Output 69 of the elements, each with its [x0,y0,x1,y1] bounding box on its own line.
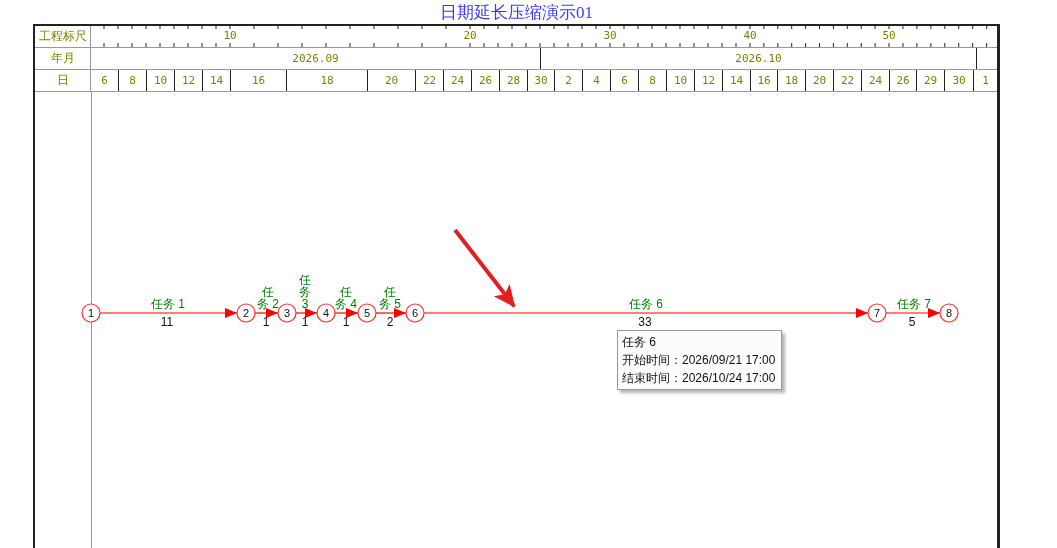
event-node[interactable]: 8 [939,303,959,323]
duration-label: 11 [159,316,175,328]
day-cell: 6 [91,70,119,91]
day-cell: 16 [751,70,778,91]
day-cell: 28 [500,70,528,91]
day-label: 日 [56,72,69,89]
day-cell: 6 [611,70,639,91]
month-label: 年月 [50,50,75,67]
ruler-number: 30 [603,29,617,42]
ruler-number: 10 [223,29,237,42]
event-node[interactable]: 2 [236,303,256,323]
day-cell: 14 [203,70,231,91]
task-arrow [885,308,941,318]
tooltip-title: 任务 6 [622,334,657,351]
day-cell: 10 [147,70,175,91]
event-node[interactable]: 7 [867,303,887,323]
day-cell: 20 [806,70,834,91]
task-label: 任务 3 [299,274,311,310]
task-arrow [375,308,407,318]
day-cell: 18 [287,70,368,91]
day-cell: 2 [555,70,583,91]
ruler-number: 50 [882,29,896,42]
duration-label: 1 [261,316,271,328]
day-cell: 22 [834,70,862,91]
day-cell: 12 [175,70,203,91]
task-label: 任务 4 [334,286,358,310]
day-cell: 16 [231,70,287,91]
duration-label: 1 [341,316,351,328]
day-cell: 8 [639,70,667,91]
duration-label: 2 [385,316,395,328]
day-cell-text: 1 [981,73,990,89]
task-label: 任务 2 [256,286,280,310]
day-cell: 24 [444,70,472,91]
day-cell: 18 [778,70,806,91]
event-node[interactable]: 5 [357,303,377,323]
duration-label: 1 [300,316,310,328]
day-cell: 12 [695,70,723,91]
day-cell: 26 [890,70,917,91]
day-cell: 14 [723,70,751,91]
month-cell: 2026.10 [541,48,977,69]
task-label: 任务 5 [378,286,402,310]
event-node[interactable]: 4 [316,303,336,323]
day-cell: 26 [472,70,500,91]
event-node[interactable]: 1 [81,303,101,323]
day-cell: 8 [119,70,147,91]
day-cell: 24 [862,70,890,91]
ruler-number: 40 [743,29,757,42]
task-label: 任务 6 [628,298,664,310]
day-cell: 29 [917,70,945,91]
tooltip-line: 开始时间：2026/09/21 17:00 [622,352,777,369]
event-node[interactable]: 6 [405,303,425,323]
day-cell: 10 [667,70,695,91]
chart-title: 日期延长压缩演示01 [440,1,593,24]
task-arrow [295,308,318,318]
task-arrow [334,308,359,318]
tooltip-line: 结束时间：2026/10/24 17:00 [622,370,777,387]
task-label: 任务 7 [896,298,932,310]
day-cell: 30 [945,70,974,91]
day-cell: 30 [528,70,555,91]
day-cell: 22 [416,70,444,91]
month-cell: 2026.09 [91,48,541,69]
day-cell: 20 [368,70,416,91]
day-cell: 4 [583,70,611,91]
task-label: 任务 1 [150,298,186,310]
duration-label: 33 [637,316,653,328]
duration-label: 5 [907,316,917,328]
task-arrow [254,308,279,318]
ruler-label: 工程标尺 [38,28,87,45]
ruler-number: 20 [463,29,477,42]
